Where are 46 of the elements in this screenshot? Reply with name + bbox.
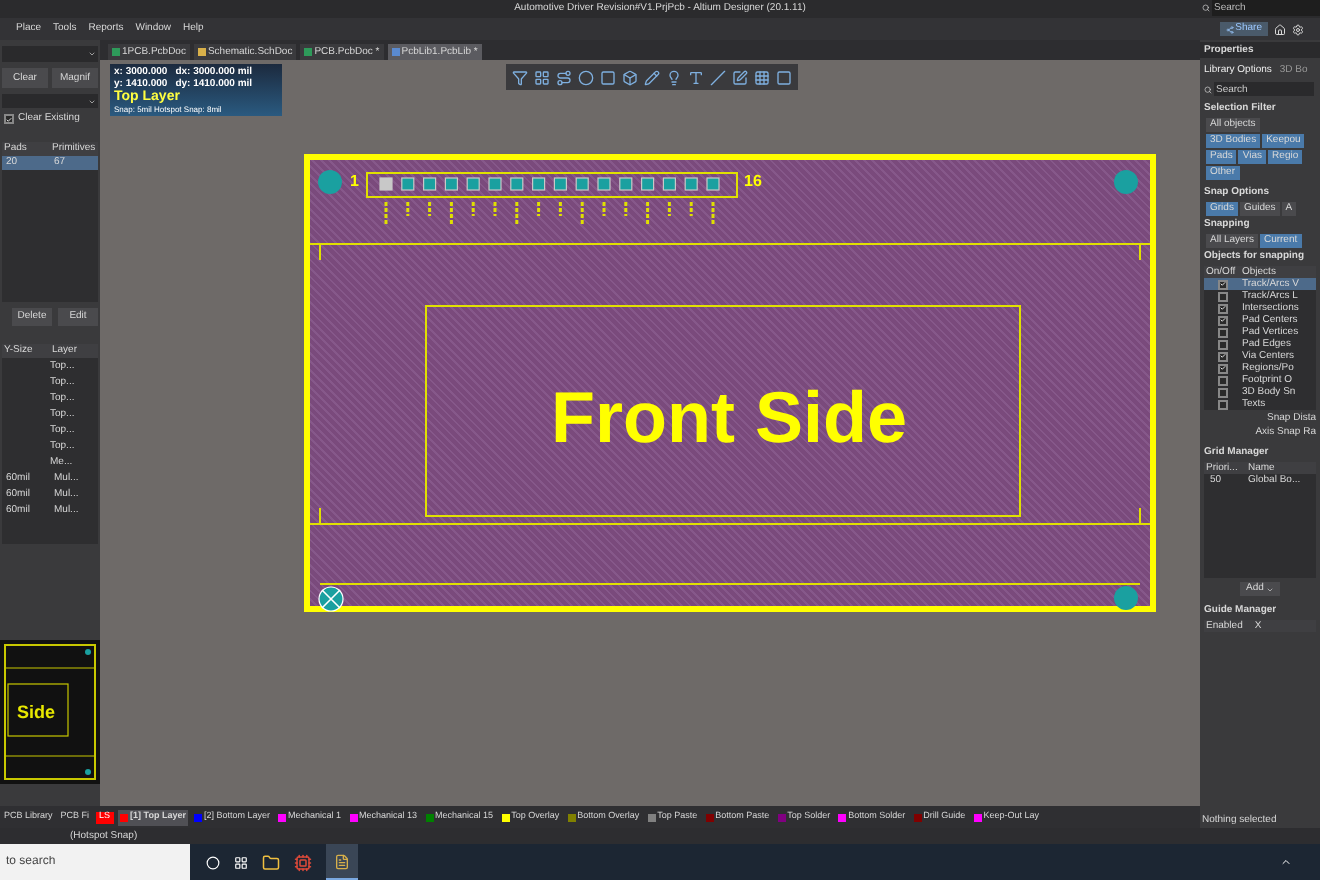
share-icon: [1225, 25, 1234, 33]
checkbox[interactable]: [1217, 315, 1227, 325]
settings-icon[interactable]: [1292, 23, 1304, 35]
folder-icon[interactable]: [262, 853, 280, 871]
pencil-icon[interactable]: [644, 69, 660, 85]
checkbox[interactable]: [1217, 375, 1227, 385]
filter-icon[interactable]: [512, 69, 528, 85]
edit-square-icon[interactable]: [732, 69, 748, 85]
task-view-icon[interactable]: [234, 855, 248, 869]
mounting-pad: [318, 170, 342, 194]
checkbox[interactable]: [1217, 363, 1227, 373]
square-icon[interactable]: [600, 69, 616, 85]
preview-label: Side: [16, 703, 55, 721]
grid-icon[interactable]: [754, 69, 770, 85]
board-label-text: Front Side: [551, 381, 907, 453]
text-icon[interactable]: [688, 69, 704, 85]
crossed-pad-icon: [318, 586, 344, 612]
checkbox[interactable]: [1217, 399, 1227, 409]
checkbox[interactable]: [1217, 291, 1227, 301]
route-icon[interactable]: [556, 69, 572, 85]
checkbox[interactable]: [1217, 303, 1227, 313]
pin-number: 1: [350, 174, 359, 190]
app-taskbar-button[interactable]: [326, 844, 358, 880]
search-icon: [1202, 4, 1210, 12]
checkbox[interactable]: [1217, 387, 1227, 397]
search-icon: [1204, 85, 1212, 93]
lightbulb-icon[interactable]: [666, 69, 682, 85]
checkbox[interactable]: [1217, 327, 1227, 337]
app-icon: [334, 853, 350, 869]
checkbox[interactable]: [1217, 339, 1227, 349]
file-icon: [391, 48, 400, 56]
checkbox[interactable]: [4, 114, 14, 124]
mounting-pad: [1114, 170, 1138, 194]
box-icon[interactable]: [622, 69, 638, 85]
file-icon: [304, 48, 313, 56]
checkbox[interactable]: [1217, 351, 1227, 361]
caret-icon[interactable]: [1280, 856, 1292, 868]
file-icon: [197, 48, 206, 56]
home-icon[interactable]: [1274, 23, 1286, 35]
pin-number: 16: [744, 174, 762, 190]
checkbox[interactable]: [1217, 279, 1227, 289]
square-icon[interactable]: [776, 69, 792, 85]
file-icon: [112, 48, 120, 56]
line-icon[interactable]: [710, 69, 726, 85]
grid-icon[interactable]: [534, 69, 550, 85]
mounting-pad: [1114, 586, 1138, 610]
